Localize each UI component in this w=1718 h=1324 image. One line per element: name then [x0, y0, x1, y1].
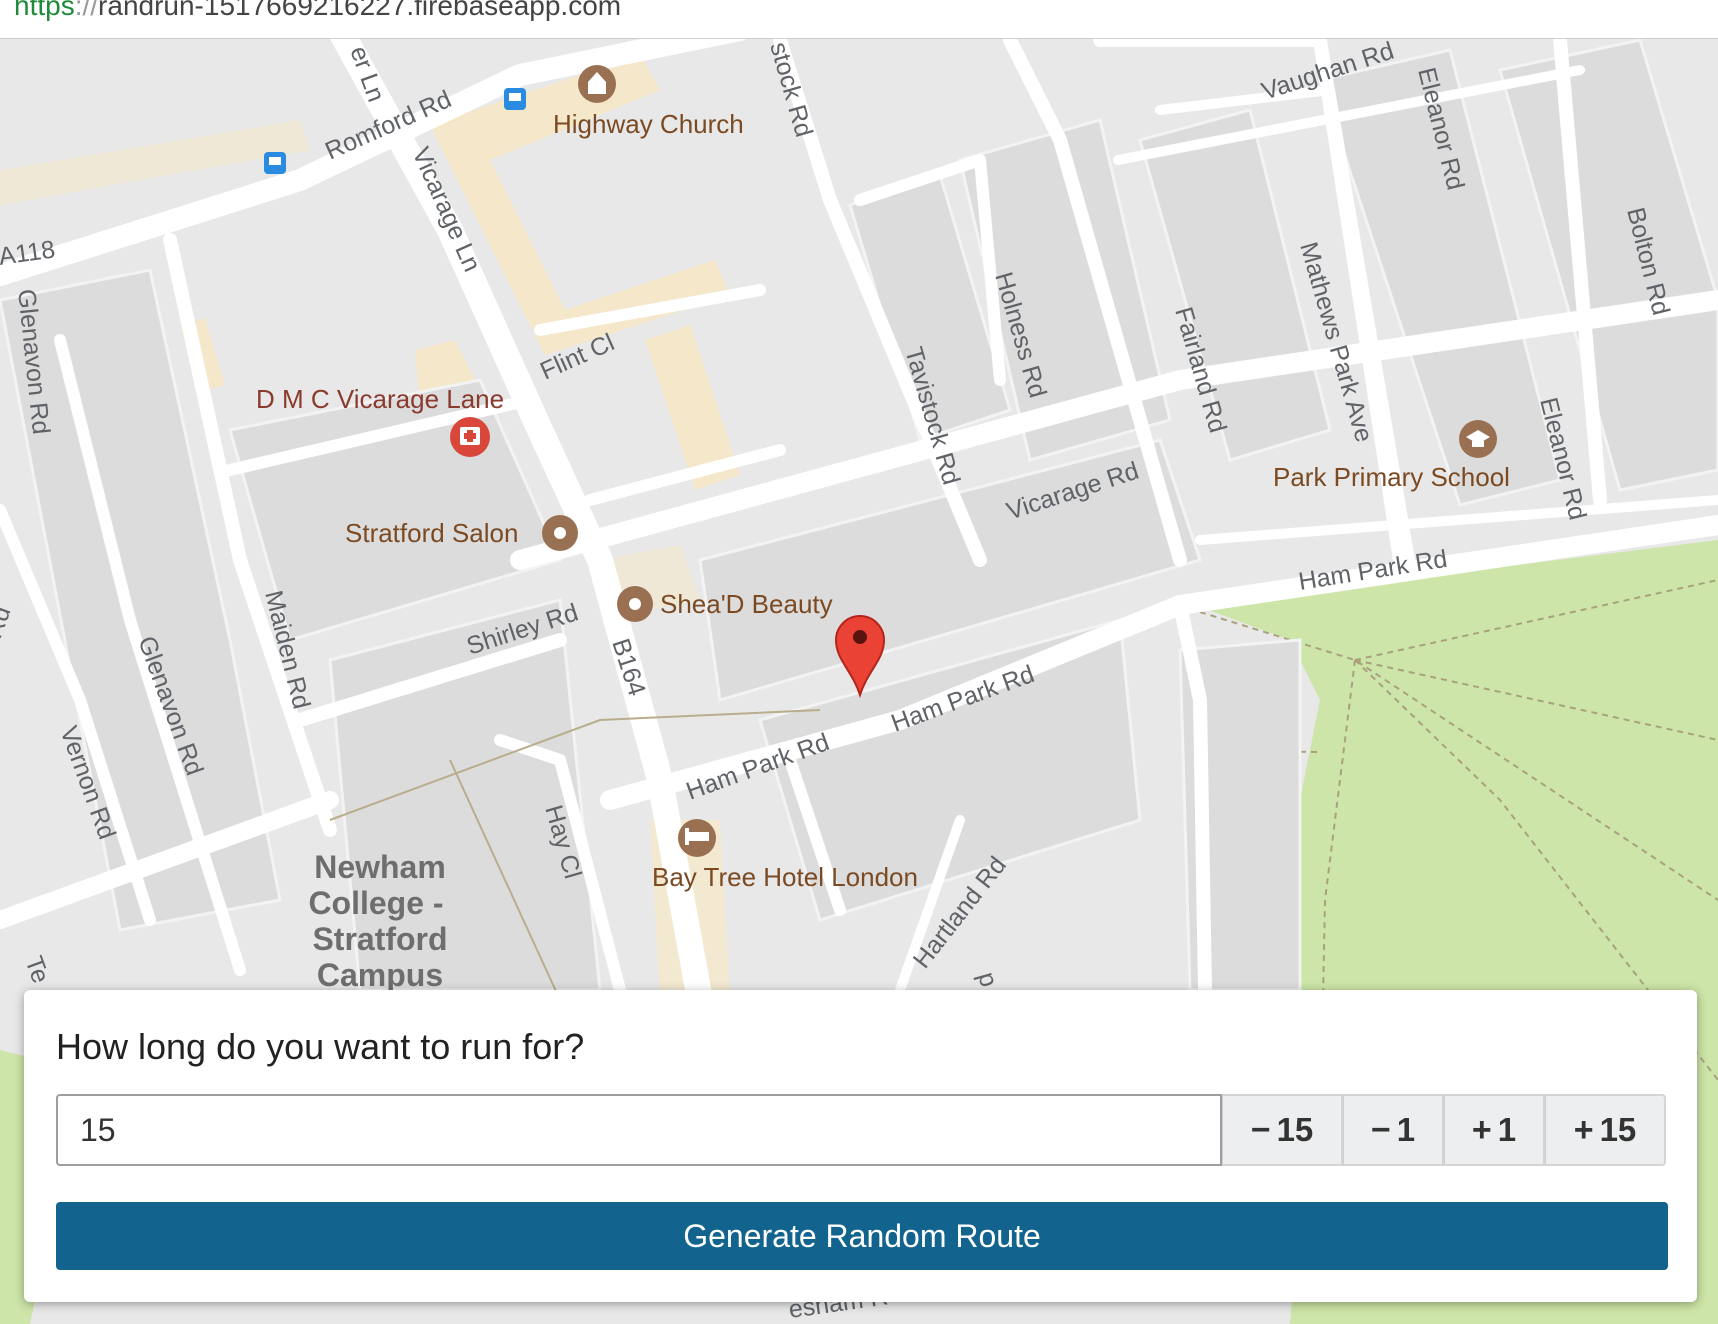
plus-1-button[interactable]: +1: [1444, 1094, 1545, 1166]
beauty-icon[interactable]: [617, 586, 653, 622]
address-bar[interactable]: https://randrun-1517669216227.firebaseap…: [0, 0, 1718, 39]
poi-label-stratford-salon: Stratford Salon: [345, 518, 518, 548]
area-label-line2: College -: [308, 885, 443, 921]
bus-stop-icon[interactable]: [264, 152, 286, 174]
poi-label-park-primary-school: Park Primary School: [1273, 462, 1510, 492]
url-host: randrun-1517669216227.firebaseapp.com: [98, 0, 622, 21]
minus-15-button[interactable]: −15: [1222, 1094, 1343, 1166]
church-icon[interactable]: [578, 65, 616, 103]
area-label-line1: Newham: [314, 849, 446, 885]
minus-icon: −: [1250, 1110, 1271, 1149]
area-label-line3: Stratford: [312, 921, 447, 957]
poi-label-dmc-vicarage-lane: D M C Vicarage Lane: [256, 384, 504, 414]
duration-input-group: −15 −1 +1 +15: [56, 1094, 1668, 1170]
poi-label-shead-beauty: Shea'D Beauty: [660, 589, 833, 619]
medical-icon[interactable]: [450, 417, 490, 457]
poi-label-highway-church: Highway Church: [553, 109, 744, 139]
generate-route-button[interactable]: Generate Random Route: [56, 1202, 1668, 1270]
minus-1-label: 1: [1396, 1111, 1416, 1148]
url-scheme: https: [14, 0, 75, 21]
minus-15-label: 15: [1276, 1111, 1314, 1148]
minus-1-button[interactable]: −1: [1343, 1094, 1444, 1166]
url-text[interactable]: https://randrun-1517669216227.firebaseap…: [14, 0, 621, 22]
plus-15-button[interactable]: +15: [1545, 1094, 1666, 1166]
plus-icon: +: [1471, 1110, 1492, 1149]
plus-15-label: 15: [1599, 1111, 1637, 1148]
url-separator: ://: [74, 0, 99, 21]
area-label-line4: Campus: [317, 957, 443, 993]
school-icon[interactable]: [1459, 420, 1497, 458]
minus-icon: −: [1370, 1110, 1391, 1149]
salon-icon[interactable]: [542, 515, 578, 551]
poi-label-bay-tree-hotel: Bay Tree Hotel London: [652, 862, 918, 892]
plus-icon: +: [1573, 1110, 1594, 1149]
hotel-icon[interactable]: [678, 819, 716, 857]
bus-stop-icon[interactable]: [504, 88, 526, 110]
route-panel: How long do you want to run for? −15 −1 …: [24, 990, 1697, 1302]
plus-1-label: 1: [1497, 1111, 1517, 1148]
duration-input[interactable]: [56, 1094, 1222, 1166]
duration-question: How long do you want to run for?: [56, 1026, 585, 1067]
